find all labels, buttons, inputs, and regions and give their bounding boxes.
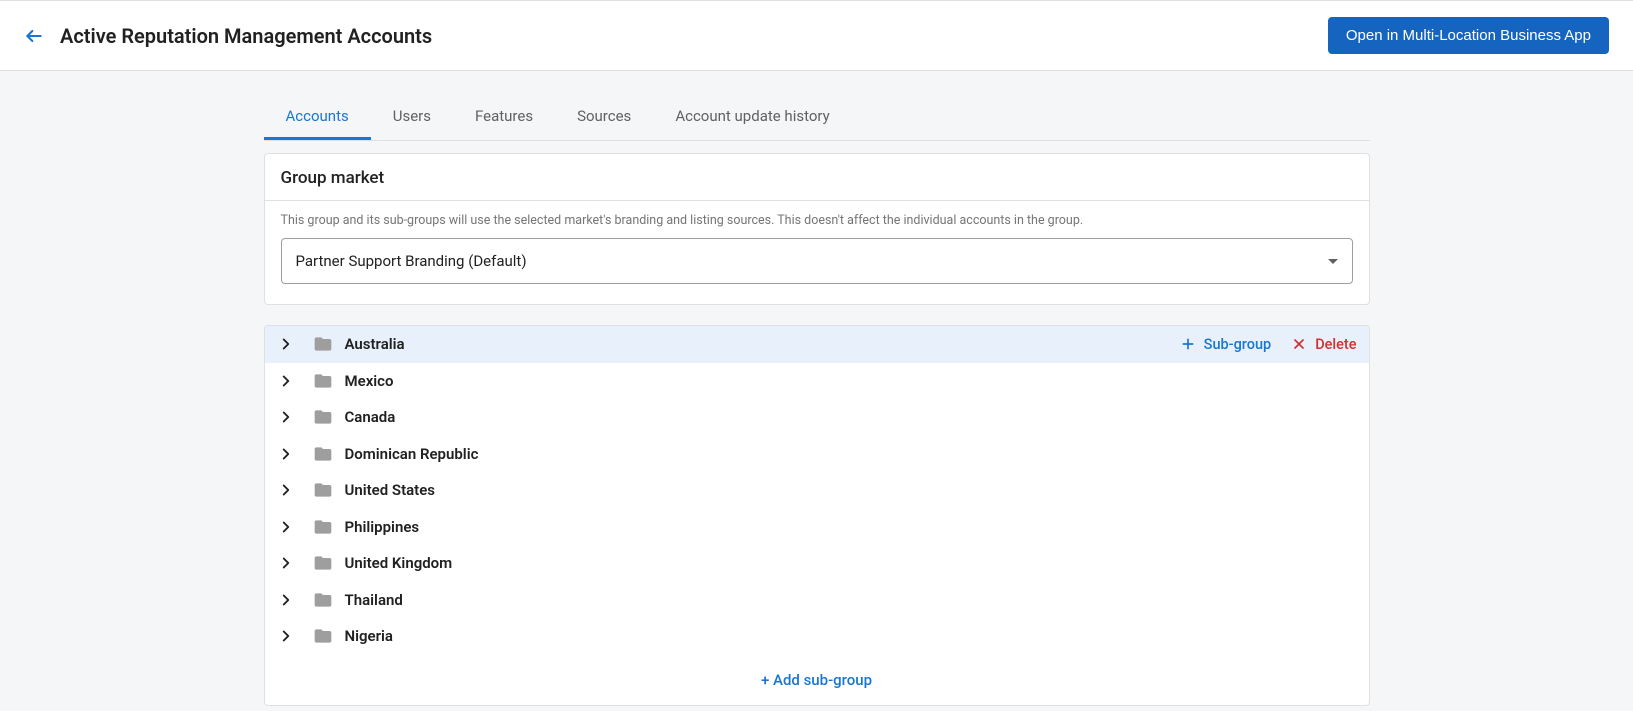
group-market-selected-value: Partner Support Branding (Default): [296, 252, 527, 270]
delete-label: Delete: [1315, 336, 1356, 353]
group-market-select[interactable]: Partner Support Branding (Default): [281, 238, 1353, 284]
main-container: AccountsUsersFeaturesSourcesAccount upda…: [264, 71, 1370, 706]
close-icon: [1291, 336, 1307, 352]
tabs: AccountsUsersFeaturesSourcesAccount upda…: [264, 95, 1370, 141]
tree-row-label: Nigeria: [345, 627, 1357, 645]
folder-icon: [313, 482, 333, 498]
tab-accounts[interactable]: Accounts: [264, 95, 371, 140]
chevron-right-icon[interactable]: [277, 554, 295, 572]
chevron-right-icon[interactable]: [277, 591, 295, 609]
chevron-right-icon[interactable]: [277, 481, 295, 499]
tree-row[interactable]: Australia Sub-group Delete: [265, 326, 1369, 363]
tree-row-label: Dominican Republic: [345, 445, 1357, 463]
chevron-right-icon[interactable]: [277, 372, 295, 390]
tree-row-label: Australia: [345, 335, 1180, 353]
group-market-body: This group and its sub-groups will use t…: [265, 201, 1369, 304]
tree-row[interactable]: Philippines: [265, 509, 1369, 546]
folder-icon: [313, 336, 333, 352]
dropdown-arrow-icon: [1328, 259, 1338, 264]
tree-row[interactable]: Canada: [265, 399, 1369, 436]
back-arrow-icon[interactable]: [24, 26, 44, 46]
tree-row[interactable]: Thailand: [265, 582, 1369, 619]
tree-row-label: United Kingdom: [345, 554, 1357, 572]
tree-row[interactable]: Mexico: [265, 363, 1369, 400]
folder-icon: [313, 373, 333, 389]
page-title: Active Reputation Management Accounts: [60, 24, 432, 48]
tree-row-label: Mexico: [345, 372, 1357, 390]
tab-sources[interactable]: Sources: [555, 95, 653, 140]
tab-account-update-history[interactable]: Account update history: [653, 95, 851, 140]
folder-icon: [313, 446, 333, 462]
tree-row[interactable]: Nigeria: [265, 618, 1369, 655]
chevron-right-icon[interactable]: [277, 518, 295, 536]
tree-row[interactable]: Dominican Republic: [265, 436, 1369, 473]
tree-row-label: Canada: [345, 408, 1357, 426]
tree-container: Australia Sub-group Delete Mexico Canada Domi…: [265, 326, 1369, 655]
chevron-right-icon[interactable]: [277, 408, 295, 426]
tree-row[interactable]: United Kingdom: [265, 545, 1369, 582]
chevron-right-icon[interactable]: [277, 627, 295, 645]
group-market-help: This group and its sub-groups will use t…: [281, 211, 1353, 228]
delete-button[interactable]: Delete: [1291, 336, 1356, 353]
tree-row-label: United States: [345, 481, 1357, 499]
page-header: Active Reputation Management Accounts Op…: [0, 0, 1633, 71]
tree-card: Australia Sub-group Delete Mexico Canada Domi…: [264, 325, 1370, 706]
tree-row-label: Philippines: [345, 518, 1357, 536]
folder-icon: [313, 409, 333, 425]
subgroup-button[interactable]: Sub-group: [1180, 336, 1272, 353]
tree-row[interactable]: United States: [265, 472, 1369, 509]
folder-icon: [313, 555, 333, 571]
group-market-card: Group market This group and its sub-grou…: [264, 153, 1370, 305]
group-market-title: Group market: [265, 154, 1369, 201]
plus-icon: [1180, 336, 1196, 352]
header-left: Active Reputation Management Accounts: [24, 24, 432, 48]
folder-icon: [313, 628, 333, 644]
chevron-right-icon[interactable]: [277, 445, 295, 463]
folder-icon: [313, 519, 333, 535]
row-actions: Sub-group Delete: [1180, 336, 1357, 353]
open-multi-location-button[interactable]: Open in Multi-Location Business App: [1328, 17, 1609, 54]
tab-features[interactable]: Features: [453, 95, 555, 140]
add-subgroup-button[interactable]: + Add sub-group: [265, 655, 1369, 705]
tree-row-label: Thailand: [345, 591, 1357, 609]
subgroup-label: Sub-group: [1204, 336, 1272, 353]
chevron-right-icon[interactable]: [277, 335, 295, 353]
folder-icon: [313, 592, 333, 608]
tab-users[interactable]: Users: [371, 95, 453, 140]
